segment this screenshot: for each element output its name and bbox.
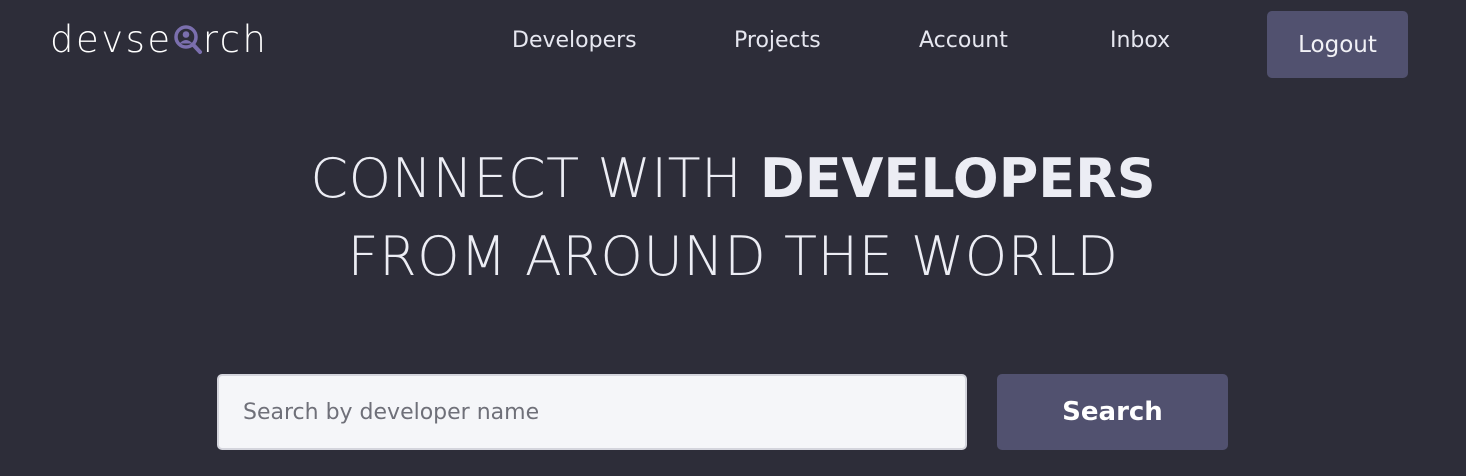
magnifier-user-icon bbox=[173, 21, 202, 57]
nav-link-account[interactable]: Account bbox=[919, 28, 1008, 53]
search-button[interactable]: Search bbox=[997, 374, 1228, 450]
logo-text-start: devse bbox=[50, 17, 173, 61]
search-input[interactable] bbox=[217, 374, 967, 450]
logout-button[interactable]: Logout bbox=[1267, 11, 1408, 78]
hero-heading: CONNECT WITH DEVELOPERS FROM AROUND THE … bbox=[0, 140, 1466, 296]
hero-line-1-bold: DEVELOPERS bbox=[759, 147, 1156, 210]
hero-line-2: FROM AROUND THE WORLD bbox=[347, 225, 1119, 288]
logo[interactable]: devse rch bbox=[50, 14, 268, 64]
nav-link-inbox[interactable]: Inbox bbox=[1110, 28, 1170, 53]
site-header: devse rch Developers Projects Account In… bbox=[0, 0, 1466, 90]
hero-line-1-regular: CONNECT WITH bbox=[310, 147, 760, 210]
hero-line-1: CONNECT WITH DEVELOPERS bbox=[0, 140, 1466, 218]
logo-text-end: rch bbox=[202, 17, 269, 61]
nav-link-developers[interactable]: Developers bbox=[512, 28, 637, 53]
nav-link-projects[interactable]: Projects bbox=[734, 28, 821, 53]
